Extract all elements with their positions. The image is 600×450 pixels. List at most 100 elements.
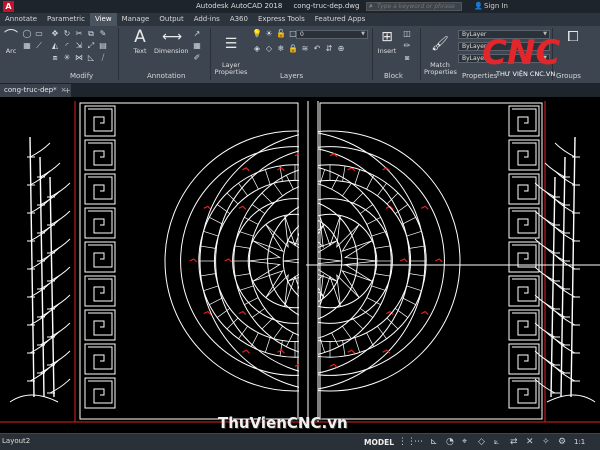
tab-manage[interactable]: Manage <box>117 13 155 26</box>
hatch-icon[interactable]: ▦ <box>22 41 32 51</box>
leader-icon[interactable]: ↗ <box>192 29 202 39</box>
tab-a360[interactable]: A360 <box>225 13 253 26</box>
brand-logo-subtitle: THƯ VIỆN CNC.VN <box>495 69 555 78</box>
drum-right-tick <box>409 273 426 277</box>
mirror-icon[interactable]: ◭ <box>50 41 60 51</box>
layer-dropdown[interactable]: 0 ▼ <box>296 30 368 39</box>
drum-left-red-bird <box>400 258 408 263</box>
snap-icon[interactable]: ⋯ <box>414 437 423 447</box>
layer-merge-icon[interactable]: ⊕ <box>336 44 346 54</box>
tab-parametric[interactable]: Parametric <box>42 13 90 26</box>
tab-output[interactable]: Output <box>154 13 188 26</box>
tab-annotate[interactable]: Annotate <box>0 13 42 26</box>
polyline-icon[interactable]: ⟋ <box>34 41 44 51</box>
drawing-canvas[interactable] <box>0 97 600 433</box>
drum-right-tick <box>409 245 426 249</box>
join-icon[interactable]: ⋈ <box>74 53 84 63</box>
bamboo-left-leaf <box>49 266 71 282</box>
layer-match-icon[interactable]: ≋ <box>300 44 310 54</box>
drum-right-tick <box>244 297 259 305</box>
create-block-icon[interactable]: ◫ <box>402 29 412 39</box>
offset-icon[interactable]: ⧈ <box>50 53 60 63</box>
layer-lock-icon[interactable]: 🔒 <box>288 44 298 54</box>
greek-key-left <box>88 176 113 200</box>
drum-right-red-bird <box>329 363 338 368</box>
layer-walk-icon[interactable]: ⇵ <box>324 44 334 54</box>
lightbulb-icon[interactable]: 💡 <box>252 29 262 39</box>
drum-right-tick <box>286 175 294 190</box>
osnap-icon[interactable]: ⌖ <box>462 437 467 447</box>
annotation-visibility-icon[interactable]: ✕ <box>526 437 534 447</box>
break-icon[interactable]: ⧸ <box>98 53 108 63</box>
layout-tab[interactable]: Layout2 <box>2 437 30 445</box>
layer-state-icons: 💡 ☀ 🔓 □ <box>252 29 298 39</box>
rectangle-icon[interactable]: ▭ <box>34 29 44 39</box>
insert-button[interactable]: ⊞ Insert <box>376 28 398 55</box>
tab-add-ins[interactable]: Add-ins <box>189 13 225 26</box>
ortho-icon[interactable]: ⊾ <box>430 437 438 447</box>
rotate-icon[interactable]: ↻ <box>62 29 72 39</box>
greek-key-right <box>512 176 537 200</box>
sun-icon[interactable]: ☀ <box>264 29 274 39</box>
scale-readout[interactable]: 1:1 <box>574 438 585 446</box>
erase-icon[interactable]: ✎ <box>98 29 108 39</box>
title-bar: A Autodesk AutoCAD 2018 cong-truc-dep.dw… <box>0 0 600 13</box>
drum-right-red-bird <box>382 167 391 172</box>
circle-icon[interactable]: ◯ <box>22 29 32 39</box>
drum-right-tick <box>244 217 259 225</box>
block-panel-label[interactable]: Block <box>384 72 403 80</box>
isodraft-icon[interactable]: ◇ <box>478 437 485 447</box>
drum-left-tick <box>331 175 339 190</box>
arc-button[interactable]: ⌒ Arc <box>2 28 20 55</box>
layer-properties-button[interactable]: ☰ Layer Properties <box>214 28 248 76</box>
drum-right-star <box>283 215 377 307</box>
lock-icon[interactable]: 🔓 <box>276 29 286 39</box>
selection-cycling-icon[interactable]: ⇄ <box>510 437 518 447</box>
drum-right-tick <box>251 204 265 214</box>
search-input[interactable] <box>366 2 462 11</box>
cad-drawing <box>0 101 600 423</box>
text-button[interactable]: A Text <box>130 28 150 55</box>
block-attribute-icon[interactable]: ⧆ <box>402 53 412 63</box>
layers-panel-label[interactable]: Layers <box>280 72 303 80</box>
title-file-name: cong-truc-dep.dwg <box>293 2 360 10</box>
match-properties-button[interactable]: 🖌 Match Properties <box>424 28 457 76</box>
polar-icon[interactable]: ◔ <box>446 437 454 447</box>
layer-freeze-icon[interactable]: ❄ <box>276 44 286 54</box>
insert-label: Insert <box>377 47 397 55</box>
annotation-scale-icon[interactable]: ✧ <box>542 437 550 447</box>
user-icon[interactable]: 👤 <box>474 2 483 10</box>
array-icon[interactable]: ▤ <box>98 41 108 51</box>
trim-icon[interactable]: ✂ <box>74 29 84 39</box>
sign-in-link[interactable]: Sign In <box>484 2 508 10</box>
edit-block-icon[interactable]: ✏ <box>402 41 412 51</box>
stretch-icon[interactable]: ⇲ <box>74 41 84 51</box>
layer-isolate-icon[interactable]: ◈ <box>252 44 262 54</box>
workspace-icon[interactable]: ⚙ <box>558 437 566 447</box>
new-tab-button[interactable]: + <box>64 84 71 97</box>
drum-right-red-bird <box>420 310 429 316</box>
move-icon[interactable]: ✥ <box>50 29 60 39</box>
file-tab-cong-truc-dep[interactable]: cong-truc-dep* × <box>0 84 71 97</box>
modify-panel-label[interactable]: Modify <box>70 72 93 80</box>
tab-featured-apps[interactable]: Featured Apps <box>310 13 370 26</box>
tab-express-tools[interactable]: Express Tools <box>253 13 310 26</box>
copy-icon[interactable]: ⧉ <box>86 29 96 39</box>
layer-off-icon[interactable]: ◇ <box>264 44 274 54</box>
window-title: Autodesk AutoCAD 2018 cong-truc-dep.dwg <box>196 2 359 10</box>
chamfer-icon[interactable]: ◺ <box>86 53 96 63</box>
markup-icon[interactable]: ✐ <box>192 53 202 63</box>
autocad-logo-icon[interactable]: A <box>3 1 14 12</box>
tab-view[interactable]: View <box>89 13 117 26</box>
drum-left-tick <box>264 169 271 185</box>
model-space-button[interactable]: MODEL <box>364 438 394 447</box>
drum-left-red-bird <box>242 349 250 354</box>
fillet-icon[interactable]: ◜ <box>62 41 72 51</box>
annotation-panel-label[interactable]: Annotation <box>147 72 185 80</box>
object-track-icon[interactable]: ⟀ <box>494 437 499 447</box>
scale-icon[interactable]: ⤢ <box>86 41 96 51</box>
layer-previous-icon[interactable]: ↶ <box>312 44 322 54</box>
table-icon[interactable]: ▦ <box>192 41 202 51</box>
dimension-button[interactable]: ⟷ Dimension <box>154 28 189 55</box>
explode-icon[interactable]: ✳ <box>62 53 72 63</box>
